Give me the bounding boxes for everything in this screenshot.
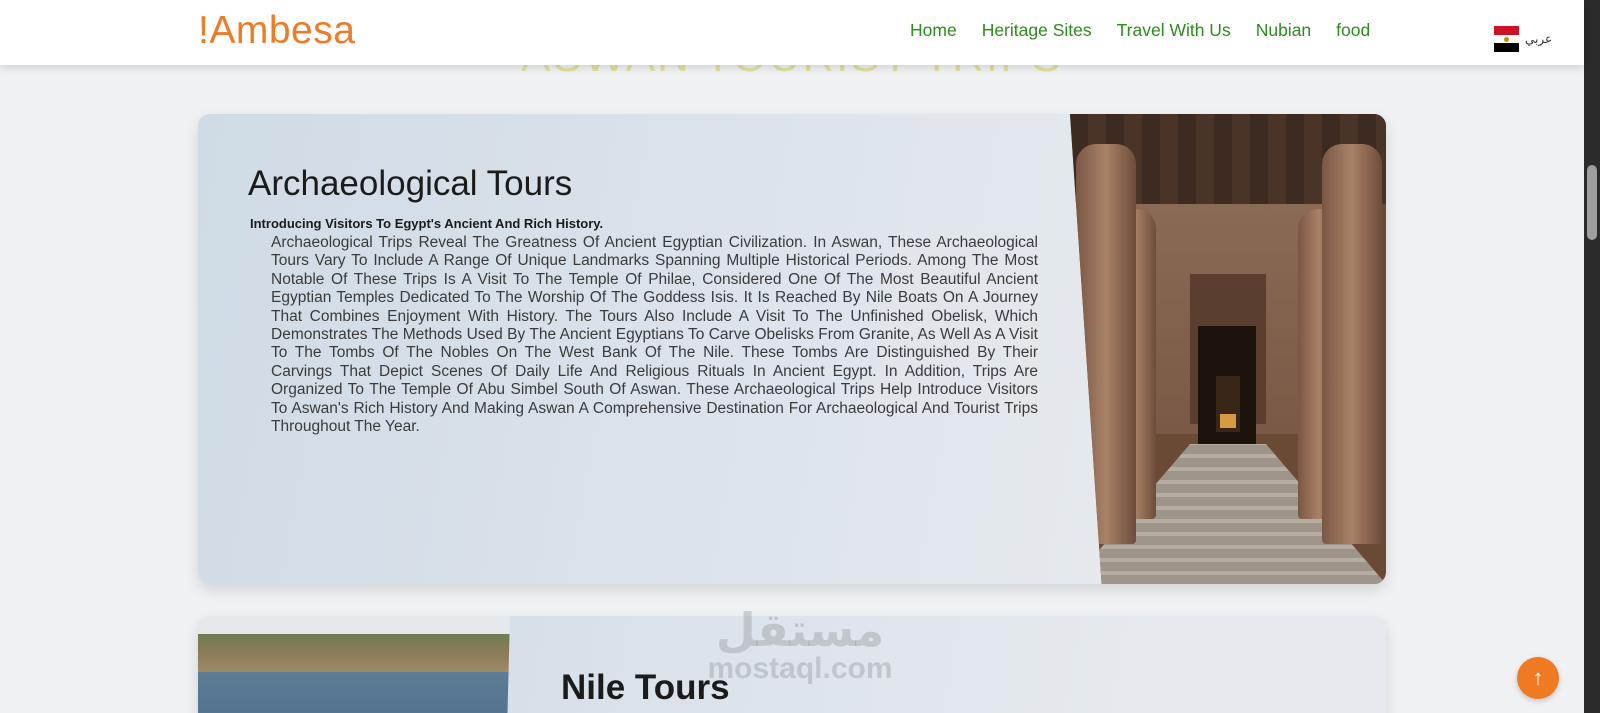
nav-link-food[interactable]: food xyxy=(1336,20,1370,41)
card-content: Archaeological Tours Introducing Visitor… xyxy=(248,164,1038,436)
watermark: مستقل mostaql.com xyxy=(700,606,900,684)
egypt-flag-icon xyxy=(1494,26,1519,53)
card-title: Archaeological Tours xyxy=(248,164,573,203)
temple-image xyxy=(1070,114,1386,584)
nav-link-home[interactable]: Home xyxy=(910,20,957,41)
scrollbar-thumb[interactable] xyxy=(1587,165,1597,240)
back-to-top-button[interactable]: ↑ xyxy=(1517,657,1559,699)
nile-image xyxy=(198,616,510,713)
card-subtitle: Introducing Visitors To Egypt's Ancient … xyxy=(250,216,604,231)
language-switcher[interactable]: عربي xyxy=(1494,26,1553,53)
language-label: عربي xyxy=(1525,32,1553,46)
watermark-arabic: مستقل xyxy=(715,604,885,656)
watermark-latin: mostaql.com xyxy=(707,652,893,685)
page-scrollbar[interactable] xyxy=(1584,0,1600,713)
main-nav: Home Heritage Sites Travel With Us Nubia… xyxy=(910,20,1370,41)
arrow-up-icon: ↑ xyxy=(1532,665,1544,690)
archaeological-tours-card: Archaeological Tours Introducing Visitor… xyxy=(198,114,1386,584)
nav-link-nubian[interactable]: Nubian xyxy=(1256,20,1311,41)
card-body-text: Archaeological Trips Reveal The Greatnes… xyxy=(271,234,1038,436)
nav-link-heritage-sites[interactable]: Heritage Sites xyxy=(982,20,1092,41)
nav-link-travel-with-us[interactable]: Travel With Us xyxy=(1117,20,1231,41)
site-header: !Ambesa Home Heritage Sites Travel With … xyxy=(0,0,1584,65)
site-logo[interactable]: !Ambesa xyxy=(198,9,355,53)
